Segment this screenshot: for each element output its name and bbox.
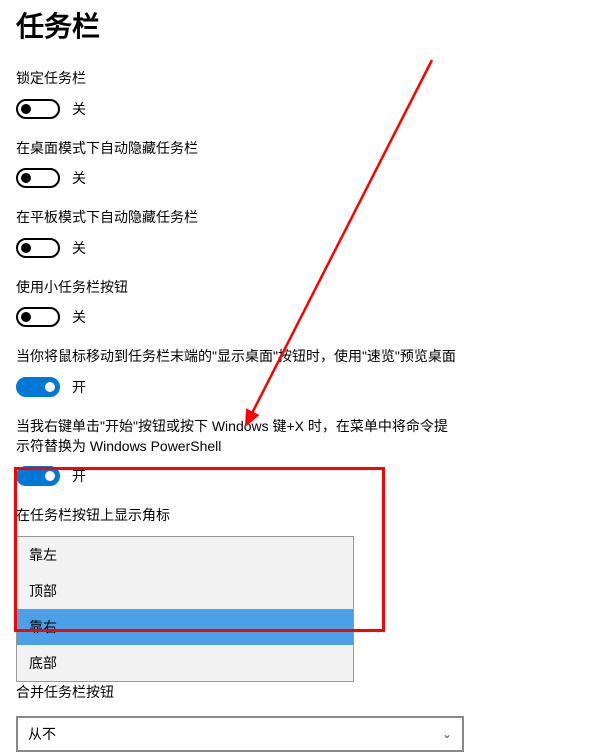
toggle-thumb — [21, 173, 31, 183]
toggle-5[interactable] — [16, 466, 60, 486]
setting-label-3: 使用小任务栏按钮 — [16, 278, 456, 298]
dropdown-option-1[interactable]: 顶部 — [17, 573, 353, 609]
toggle-thumb — [21, 312, 31, 322]
toggle-0[interactable] — [16, 99, 60, 119]
toggle-state-2: 关 — [72, 238, 86, 258]
taskbar-position-dropdown[interactable]: 靠左顶部靠右底部 — [16, 536, 354, 682]
setting-label-2: 在平板模式下自动隐藏任务栏 — [16, 208, 456, 228]
setting-label-1: 在桌面模式下自动隐藏任务栏 — [16, 139, 456, 159]
toggle-2[interactable] — [16, 238, 60, 258]
toggle-1[interactable] — [16, 168, 60, 188]
toggle-thumb — [21, 104, 31, 114]
toggle-state-3: 关 — [72, 307, 86, 327]
toggle-3[interactable] — [16, 307, 60, 327]
combo-value: 从不 — [28, 724, 56, 744]
toggle-state-1: 关 — [72, 168, 86, 188]
toggle-thumb — [21, 243, 31, 253]
dropdown-option-2[interactable]: 靠右 — [17, 609, 353, 645]
page-title: 任务栏 — [16, 5, 590, 45]
setting-label-4: 当你将鼠标移动到任务栏末端的"显示桌面"按钮时，使用"速览"预览桌面 — [16, 347, 456, 367]
dropdown-option-3[interactable]: 底部 — [17, 645, 353, 681]
toggle-state-5: 开 — [72, 466, 86, 486]
setting-label-5: 当我右键单击"开始"按钮或按下 Windows 键+X 时，在菜单中将命令提示符… — [16, 417, 456, 456]
chevron-down-icon: ⌄ — [442, 727, 452, 741]
toggle-thumb — [45, 382, 55, 392]
combine-taskbar-combo[interactable]: 从不 ⌄ — [16, 716, 464, 752]
toggle-state-0: 关 — [72, 99, 86, 119]
toggle-state-4: 开 — [72, 377, 86, 397]
setting-label-0: 锁定任务栏 — [16, 69, 456, 89]
dropdown-option-0[interactable]: 靠左 — [17, 537, 353, 573]
toggle-thumb — [45, 471, 55, 481]
badges-label: 在任务栏按钮上显示角标 — [16, 506, 456, 526]
toggle-4[interactable] — [16, 377, 60, 397]
